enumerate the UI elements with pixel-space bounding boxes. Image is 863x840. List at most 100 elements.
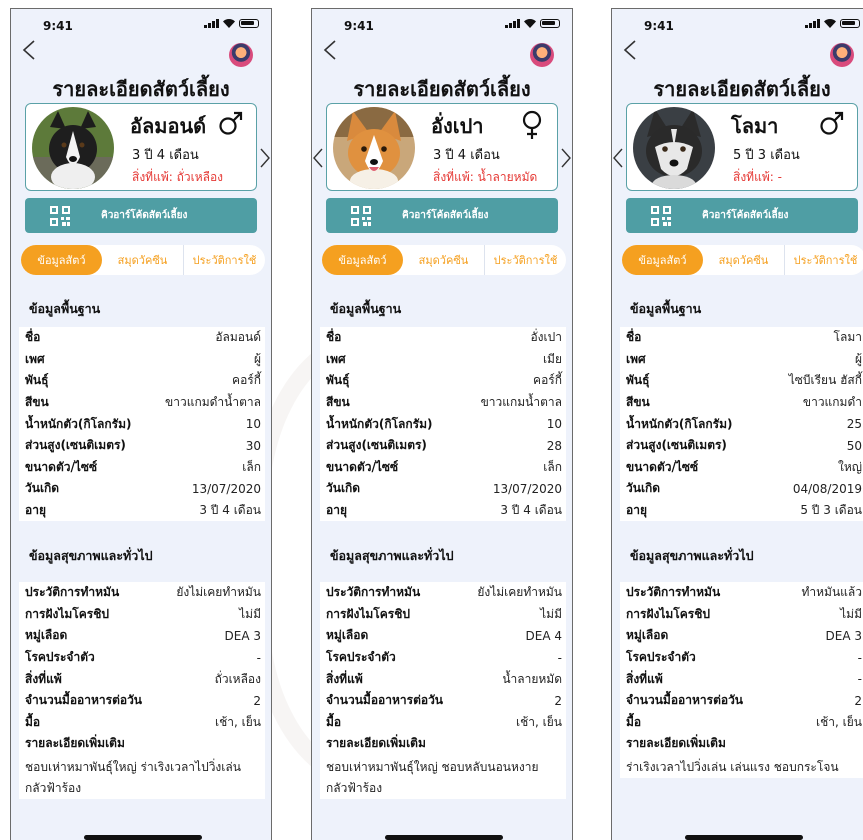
- basic-info-panel: ชื่อ อัลมอนด์ เพศ ผู้ พันธุ์ คอร์กี้ สีขน ขา…: [19, 327, 265, 522]
- battery-icon: [540, 19, 560, 28]
- tab-usage-history[interactable]: ประวัติการใช้: [485, 245, 566, 275]
- info-row: พันธุ์ คอร์กี้: [320, 370, 566, 392]
- info-label: พันธุ์: [326, 373, 350, 388]
- info-value: DEA 4: [525, 628, 562, 643]
- tab-bar: ข้อมูลสัตว์ สมุดวัคซีน ประวัติการใช้: [622, 245, 863, 275]
- info-value: 13/07/2020: [191, 481, 261, 496]
- info-label: โรคประจำตัว: [626, 650, 696, 665]
- info-value: 3 ปี 4 เดือน: [199, 503, 261, 518]
- phone-screen-2: 9:41 รายละเอียดสัตว์เลี้ยง อั่งเปา 3 ปี …: [311, 8, 573, 840]
- signal-icon: [505, 19, 520, 28]
- info-value: 3 ปี 4 เดือน: [500, 503, 562, 518]
- next-pet-icon[interactable]: [560, 147, 572, 169]
- tab-usage-history[interactable]: ประวัติการใช้: [184, 245, 265, 275]
- info-label: ประวัติการทำหมัน: [626, 585, 721, 600]
- status-bar: 9:41: [11, 9, 271, 35]
- info-value: ผู้: [253, 351, 261, 366]
- tab-vaccine-book[interactable]: สมุดวัคซีน: [703, 245, 785, 275]
- male-gender-icon: [219, 111, 243, 135]
- extra-line: ชอบเห่าหมาพันธุ์ใหญ่ ชอบหลับนอนหงาย: [326, 759, 539, 774]
- info-label: หมู่เลือด: [326, 628, 369, 643]
- user-avatar[interactable]: [229, 43, 253, 67]
- info-row: โรคประจำตัว -: [620, 647, 863, 669]
- info-row: วันเกิด 04/08/2019: [620, 478, 863, 500]
- info-value: เมีย: [542, 351, 562, 366]
- qr-code-icon: [651, 205, 671, 226]
- info-row: รายละเอียดเพิ่มเติม: [620, 733, 863, 755]
- info-label: อายุ: [25, 503, 46, 518]
- back-icon[interactable]: [19, 39, 41, 61]
- info-row: การฝังไมโครชิป ไม่มี: [620, 604, 863, 626]
- info-label: ประวัติการทำหมัน: [326, 585, 421, 600]
- basic-info-panel: ชื่อ อั่งเปา เพศ เมีย พันธุ์ คอร์กี้ สีขน ขา…: [320, 327, 566, 522]
- pet-allergy: สิ่งที่แพ้: -: [733, 170, 782, 184]
- info-value: 28: [546, 438, 562, 453]
- info-label: รายละเอียดเพิ่มเติม: [25, 736, 125, 751]
- status-bar: 9:41: [612, 9, 863, 35]
- tab-pet-info[interactable]: ข้อมูลสัตว์: [622, 245, 703, 275]
- status-bar: 9:41: [312, 9, 572, 35]
- basic-info-panel: ชื่อ โลมา เพศ ผู้ พันธุ์ ไซบีเรียน ฮัสกี้ ส…: [620, 327, 863, 522]
- tab-pet-info[interactable]: ข้อมูลสัตว์: [21, 245, 102, 275]
- info-label: โรคประจำตัว: [25, 650, 95, 665]
- pet-age: 5 ปี 3 เดือน: [733, 148, 800, 163]
- pet-allergy: สิ่งที่แพ้: ถั่วเหลือง: [132, 170, 224, 184]
- info-row: หมู่เลือด DEA 3: [620, 625, 863, 647]
- info-value: โลมา: [833, 330, 862, 345]
- info-row: วันเกิด 13/07/2020: [320, 478, 566, 500]
- tab-usage-history[interactable]: ประวัติการใช้: [785, 245, 863, 275]
- back-icon[interactable]: [620, 39, 642, 61]
- info-value: 2: [554, 693, 562, 708]
- extra-line: กลัวฟ้าร้อง: [326, 780, 383, 795]
- info-label: มื้อ: [25, 714, 41, 729]
- status-time: 9:41: [43, 19, 73, 33]
- info-row: รายละเอียดเพิ่มเติม: [19, 733, 265, 755]
- info-label: สิ่งที่แพ้: [626, 671, 663, 686]
- tab-vaccine-book[interactable]: สมุดวัคซีน: [102, 245, 184, 275]
- info-row: การฝังไมโครชิป ไม่มี: [19, 604, 265, 626]
- info-label: อายุ: [326, 503, 347, 518]
- back-icon[interactable]: [320, 39, 342, 61]
- info-label: ชื่อ: [326, 330, 342, 345]
- info-row: เพศ ผู้: [19, 349, 265, 371]
- previous-pet-icon[interactable]: [612, 147, 624, 169]
- info-row: มื้อ เช้า, เย็น: [320, 712, 566, 734]
- extra-details: ร่าเริงเวลาไปวิ่งเล่น เล่นแรง ชอบกระโจน: [620, 755, 863, 778]
- info-value: 04/08/2019: [792, 481, 862, 496]
- info-row: ชื่อ อั่งเปา: [320, 327, 566, 349]
- info-row: น้ำหนักตัว(กิโลกรัม) 25: [620, 413, 863, 435]
- battery-icon: [840, 19, 860, 28]
- info-value: 2: [854, 693, 862, 708]
- previous-pet-icon[interactable]: [312, 147, 324, 169]
- phone-screen-3: 9:41 รายละเอียดสัตว์เลี้ยง โลมา 5 ปี 3 เ…: [611, 8, 863, 840]
- info-row: สิ่งที่แพ้ น้ำลายหมัด: [320, 668, 566, 690]
- info-row: โรคประจำตัว -: [19, 647, 265, 669]
- info-row: รายละเอียดเพิ่มเติม: [320, 733, 566, 755]
- info-label: ชื่อ: [626, 330, 642, 345]
- tab-vaccine-book[interactable]: สมุดวัคซีน: [403, 245, 485, 275]
- info-value: เช้า, เย็น: [516, 714, 562, 729]
- info-label: รายละเอียดเพิ่มเติม: [326, 736, 426, 751]
- info-label: จำนวนมื้ออาหารต่อวัน: [326, 693, 444, 708]
- page-title: รายละเอียดสัตว์เลี้ยง: [653, 77, 831, 101]
- extra-line: กลัวฟ้าร้อง: [25, 780, 82, 795]
- info-row: ประวัติการทำหมัน ทำหมันแล้ว: [620, 582, 863, 604]
- pet-qr-button[interactable]: คิวอาร์โค้ดสัตว์เลี้ยง: [25, 198, 257, 233]
- info-label: สีขน: [25, 395, 49, 410]
- info-value: คอร์กี้: [533, 373, 562, 388]
- info-row: สีขน ขาวแกมดำ: [620, 392, 863, 414]
- info-value: ไม่มี: [540, 606, 562, 621]
- section-basic-title: ข้อมูลพื้นฐาน: [29, 301, 101, 316]
- female-gender-icon: [522, 110, 542, 139]
- tab-pet-info[interactable]: ข้อมูลสัตว์: [322, 245, 403, 275]
- pet-photo: [333, 107, 415, 189]
- next-pet-icon[interactable]: [259, 147, 271, 169]
- qr-button-label: คิวอาร์โค้ดสัตว์เลี้ยง: [101, 210, 188, 221]
- info-label: การฝังไมโครชิป: [25, 606, 109, 621]
- pet-qr-button[interactable]: คิวอาร์โค้ดสัตว์เลี้ยง: [326, 198, 558, 233]
- status-time: 9:41: [644, 19, 674, 33]
- info-label: มื้อ: [626, 714, 642, 729]
- user-avatar[interactable]: [830, 43, 854, 67]
- pet-qr-button[interactable]: คิวอาร์โค้ดสัตว์เลี้ยง: [626, 198, 858, 233]
- user-avatar[interactable]: [530, 43, 554, 67]
